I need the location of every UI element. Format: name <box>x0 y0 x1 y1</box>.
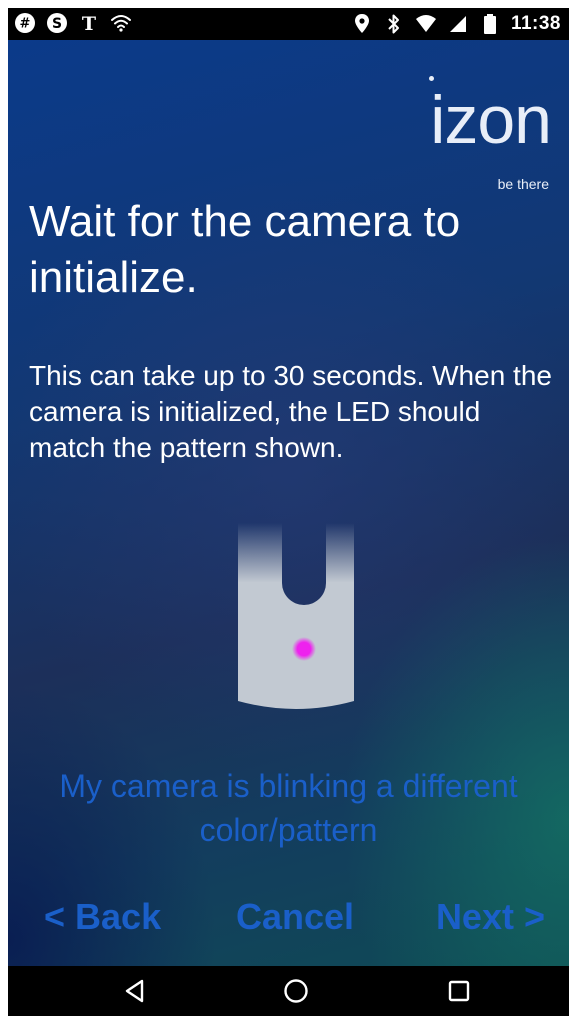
next-button[interactable]: Next > <box>436 892 545 942</box>
location-pin-icon <box>351 13 373 35</box>
camera-body <box>238 523 354 709</box>
wifi-signal-icon <box>415 13 437 35</box>
hangouts-icon: # <box>14 12 36 34</box>
svg-text:#: # <box>20 17 31 32</box>
page-title: Wait for the camera to initialize. <box>29 197 461 302</box>
camera-illustration <box>223 523 363 713</box>
logo-word: izon <box>430 82 552 158</box>
setup-content: izon be there Wait for the camera to ini… <box>8 40 569 966</box>
nytimes-icon: T <box>78 12 100 34</box>
logo-tagline: be there <box>497 176 549 192</box>
home-circle-icon[interactable] <box>283 978 309 1004</box>
back-triangle-icon[interactable] <box>122 978 148 1004</box>
logo-dot <box>429 76 434 81</box>
status-bar: # S T 11:38 <box>8 8 569 40</box>
izon-logo: izon be there <box>411 74 552 192</box>
bluetooth-icon <box>383 13 405 35</box>
different-pattern-link[interactable]: My camera is blinking a different color/… <box>48 764 529 852</box>
system-nav-bar <box>8 966 569 1016</box>
cell-signal-icon <box>447 13 469 35</box>
wizard-actions: < Back Cancel Next > <box>8 892 569 942</box>
status-right-icons: 11:38 <box>351 12 561 36</box>
status-left-icons: # S T <box>14 12 132 34</box>
wifi-icon <box>110 12 132 34</box>
app-screen: # S T 11:38 izon be there Wait for the c… <box>8 8 569 1016</box>
svg-text:T: T <box>82 13 96 34</box>
camera-illustration-svg <box>238 523 354 709</box>
svg-text:S: S <box>52 16 62 32</box>
status-time: 11:38 <box>510 13 561 34</box>
skype-icon: S <box>46 12 68 34</box>
back-button[interactable]: < Back <box>44 892 161 942</box>
battery-icon <box>479 13 501 35</box>
instruction-text: This can take up to 30 seconds. When the… <box>29 360 552 463</box>
recents-square-icon[interactable] <box>446 978 472 1004</box>
cancel-button[interactable]: Cancel <box>236 892 354 942</box>
